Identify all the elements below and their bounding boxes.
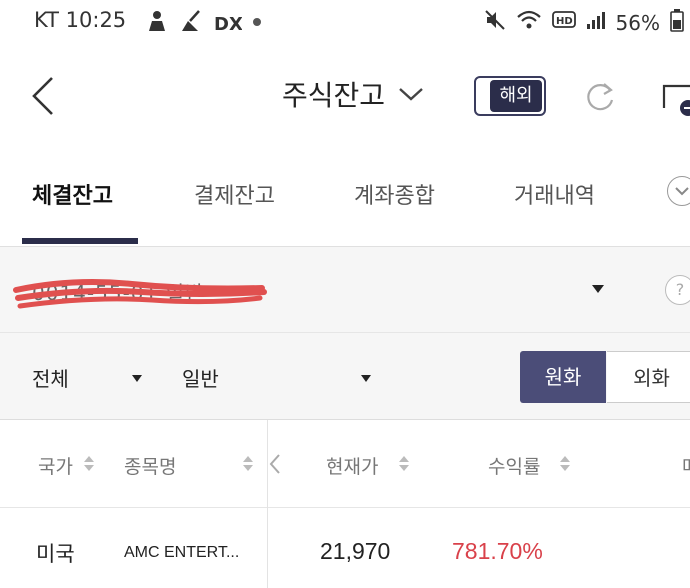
caret-down-icon [361, 375, 371, 382]
chevron-down-icon [399, 88, 423, 101]
sort-icon[interactable] [243, 456, 253, 472]
sort-icon[interactable] [399, 456, 409, 472]
window-icon [662, 84, 690, 116]
table-header: 국가 종목명 현재가 수익률 매 [0, 420, 690, 508]
svg-text:DX: DX [214, 14, 242, 34]
broom-icon [178, 9, 202, 39]
filter-row: 전체 일반 원화 외화 [0, 333, 690, 421]
col-country[interactable]: 국가 [38, 452, 73, 479]
type-select[interactable]: 일반 [182, 363, 219, 392]
col-cut: 매 [682, 452, 690, 479]
active-tab-indicator [22, 238, 138, 244]
tab-account-summary[interactable]: 계좌종합 [354, 178, 435, 210]
dx-icon: DX [212, 8, 243, 40]
caret-down-icon [592, 285, 604, 293]
cell-country: 미국 [36, 542, 75, 566]
table-row[interactable]: 미국 AMC ENTERT... 21,970 781.70% [0, 508, 690, 588]
chevron-down-circle-icon [675, 187, 689, 196]
col-return[interactable]: 수익률 [488, 452, 540, 479]
tab-settlement-balance[interactable]: 결제잔고 [194, 178, 275, 210]
tab-execution-balance[interactable]: 체결잔고 [32, 178, 113, 210]
cell-name: AMC ENTERT... [124, 544, 240, 561]
help-button[interactable]: ? [665, 275, 690, 305]
mute-icon [484, 9, 506, 36]
hd-icon: HD [551, 9, 576, 36]
wifi-icon [516, 9, 542, 36]
refresh-button[interactable] [582, 76, 618, 116]
status-bar: KT 10:25 DX HD 56% [0, 0, 690, 44]
toggle-label: 해외 [490, 80, 542, 112]
redaction-scribble [13, 279, 267, 309]
signal-icon [586, 9, 606, 36]
back-arrow-icon [32, 77, 53, 115]
col-price[interactable]: 현재가 [326, 452, 378, 479]
col-name[interactable]: 종목명 [124, 452, 176, 479]
svg-text:HD: HD [556, 16, 573, 27]
dot-icon [252, 9, 262, 39]
battery-icon [670, 8, 684, 37]
back-button[interactable] [28, 74, 68, 118]
currency-foreign-button[interactable]: 외화 [607, 351, 690, 403]
title-dropdown[interactable]: 주식잔고 [282, 74, 425, 114]
person-icon [146, 9, 168, 39]
refresh-icon [587, 83, 614, 111]
carrier-time: KT 10:25 [34, 8, 127, 32]
cell-return: 781.70% [452, 538, 543, 564]
sort-icon[interactable] [84, 456, 94, 472]
app-header: 주식잔고 해외 [0, 56, 690, 140]
scope-select[interactable]: 전체 [32, 363, 69, 392]
overseas-toggle[interactable]: 해외 [474, 76, 546, 116]
window-button[interactable] [660, 80, 690, 116]
currency-krw-button[interactable]: 원화 [520, 351, 606, 403]
page-title: 주식잔고 [282, 79, 386, 112]
tab-expand-button[interactable] [667, 176, 690, 206]
sort-icon[interactable] [560, 456, 570, 472]
cell-price: 21,970 [320, 538, 391, 564]
caret-down-icon [132, 375, 142, 382]
battery-percent: 56% [615, 10, 660, 35]
tab-bar: 체결잔고 결제잔고 계좌종합 거래내역 [0, 160, 690, 246]
chevron-left-icon[interactable] [268, 452, 282, 476]
tab-transactions[interactable]: 거래내역 [514, 178, 595, 210]
